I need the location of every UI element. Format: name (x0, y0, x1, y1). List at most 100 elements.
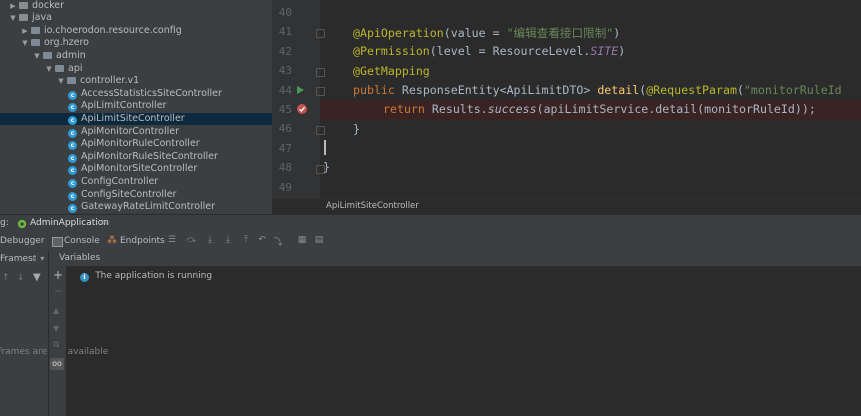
variables-title: Variables (59, 253, 101, 263)
enum-constant: SITE (590, 44, 619, 58)
tree-item-folder[interactable]: ▼ java (0, 12, 272, 25)
arrow-down-icon[interactable]: ↓ (17, 273, 25, 283)
tree-item-label: ApiMonitorRuleController (81, 138, 200, 150)
status-line: i The application is running (80, 270, 212, 282)
move-down-icon[interactable]: ▼ (53, 324, 59, 333)
editor-breadcrumb[interactable]: ApiLimitSiteController (272, 198, 861, 215)
tab-console[interactable]: Console (64, 236, 100, 246)
drop-frame-icon[interactable]: ↶ (256, 235, 268, 245)
debug-title-prefix: g: (0, 218, 9, 228)
show-execution-point-icon[interactable]: ☰ (166, 235, 178, 245)
fold-marker-icon[interactable] (316, 126, 325, 135)
package-icon (67, 77, 76, 85)
run-config-tab[interactable]: AdminApplication (30, 218, 109, 228)
fold-marker-icon[interactable] (316, 29, 325, 38)
run-to-cursor-icon[interactable]: ⤵ (272, 235, 284, 248)
expanded-arrow-icon[interactable]: ▼ (32, 50, 42, 63)
tree-item-class[interactable]: c ApiMonitorRuleSiteController (0, 151, 272, 164)
fold-marker-icon[interactable] (316, 87, 325, 96)
filter-icon[interactable]: ▼ (33, 272, 41, 283)
class-icon: c (68, 166, 77, 176)
package-icon (55, 64, 64, 72)
code-line-42[interactable]: @Permission(level = ResourceLevel.SITE) (353, 42, 625, 62)
code-line-45[interactable]: return Results.success(apiLimitService.d… (383, 100, 816, 120)
expanded-arrow-icon[interactable]: ▼ (8, 12, 18, 25)
tree-item-label: api (68, 62, 83, 74)
annotation: @ApiOperation (353, 26, 444, 40)
line-number: 46 (278, 122, 292, 136)
line-number: 45 (278, 103, 292, 116)
show-watches-icon[interactable]: oo (50, 358, 64, 370)
tree-item-label: docker (32, 0, 64, 11)
add-watch-icon[interactable]: + (53, 268, 63, 282)
step-out-icon[interactable]: ⤒ (240, 235, 252, 245)
tree-item-label: AccessStatisticsSiteController (81, 87, 222, 99)
tree-item-folder[interactable]: ▶ docker (0, 0, 272, 12)
tree-item-class[interactable]: c GatewayRateLimitController (0, 201, 272, 214)
tree-item-label: java (32, 12, 52, 24)
tree-item-class[interactable]: c ApiLimitController (0, 100, 272, 113)
thread-dropdown-icon[interactable]: ⇕ ▾ (31, 254, 44, 263)
line-number: 44 (278, 83, 292, 97)
force-step-into-icon[interactable]: ⤓ (222, 235, 234, 245)
tab-endpoints[interactable]: Endpoints (120, 236, 165, 246)
breakpoint-icon[interactable] (296, 103, 308, 115)
code-line-43[interactable]: @GetMapping (353, 62, 430, 82)
step-into-icon[interactable]: ⤓ (204, 235, 216, 245)
expanded-arrow-icon[interactable]: ▼ (56, 75, 66, 88)
tree-item-folder[interactable]: ▼ org.hzero (0, 37, 272, 50)
remove-watch-icon[interactable]: − (54, 286, 62, 297)
copy-icon[interactable]: ⧉ (53, 340, 59, 350)
tree-item-folder[interactable]: ▼ api (0, 63, 272, 76)
project-tree[interactable]: ▶ docker ▼ java ▶ io.choerodon.resource.confi… (0, 0, 272, 214)
tree-item-class[interactable]: c ApiMonitorSiteController (0, 163, 272, 176)
collapsed-arrow-icon[interactable]: ▶ (8, 0, 18, 12)
tree-item-class[interactable]: c ConfigController (0, 176, 272, 189)
debug-window-title: g: AdminApplication × (0, 214, 861, 234)
evaluate-expression-icon[interactable]: ▦ (296, 235, 308, 245)
line-number: 43 (278, 64, 292, 78)
fold-marker-icon[interactable] (316, 68, 325, 77)
class-icon: c (68, 153, 77, 163)
frames-panel[interactable]: Frames: ⇕ ▾ ↑ ↓ ▼ Frames are not availab… (0, 251, 108, 416)
expanded-arrow-icon[interactable]: ▼ (20, 37, 30, 50)
collapsed-arrow-icon[interactable]: ▶ (20, 25, 30, 38)
tree-item-class[interactable]: c ApiLimitSiteController (0, 112, 272, 126)
line-number: 40 (278, 6, 292, 19)
tree-item-class[interactable]: c ConfigSiteController (0, 189, 272, 202)
tree-item-label: ApiLimitController (81, 100, 167, 112)
line-number: 42 (278, 44, 292, 58)
restore-layout-icon[interactable]: ▤ (313, 235, 325, 245)
tree-item-class[interactable]: c AccessStatisticsSiteController (0, 88, 272, 101)
class-icon: c (68, 90, 77, 100)
expanded-arrow-icon[interactable]: ▼ (44, 63, 54, 76)
breadcrumb-label[interactable]: ApiLimitSiteController (326, 201, 419, 211)
tree-item-label: ConfigSiteController (81, 188, 177, 200)
status-message: The application is running (95, 271, 213, 281)
class-icon: c (68, 204, 77, 214)
code-line-46[interactable]: } (353, 120, 360, 140)
code-line-48[interactable]: } (323, 158, 330, 178)
line-number: 48 (278, 161, 292, 175)
tree-item-folder[interactable]: ▼ controller.v1 (0, 75, 272, 88)
move-up-icon[interactable]: ▲ (53, 306, 59, 315)
class-icon: c (68, 141, 77, 151)
run-gutter-icon[interactable] (296, 85, 305, 95)
tab-debugger[interactable]: Debugger (0, 236, 45, 246)
code-line-41[interactable]: @ApiOperation(value = "编辑查看接口限制") (353, 24, 620, 44)
step-over-icon[interactable]: ⤼ (185, 235, 197, 245)
tree-item-class[interactable]: c ApiMonitorRuleController (0, 138, 272, 151)
close-icon[interactable]: × (101, 218, 109, 228)
arrow-up-icon[interactable]: ↑ (2, 273, 10, 283)
tree-item-label: ConfigController (81, 175, 159, 187)
package-icon (31, 26, 40, 34)
endpoints-icon: ⁂ (107, 235, 117, 246)
tree-item-folder[interactable]: ▼ admin (0, 50, 272, 63)
class-icon: c (68, 128, 77, 138)
tree-item-label: io.choerodon.resource.config (44, 24, 182, 36)
info-icon: i (80, 273, 89, 282)
tree-item-folder[interactable]: ▶ io.choerodon.resource.config (0, 25, 272, 38)
tree-item-class[interactable]: c ApiMonitorController (0, 126, 272, 139)
text-caret (324, 140, 326, 155)
code-line-44[interactable]: public ResponseEntity<ApiLimitDTO> detai… (353, 81, 842, 101)
